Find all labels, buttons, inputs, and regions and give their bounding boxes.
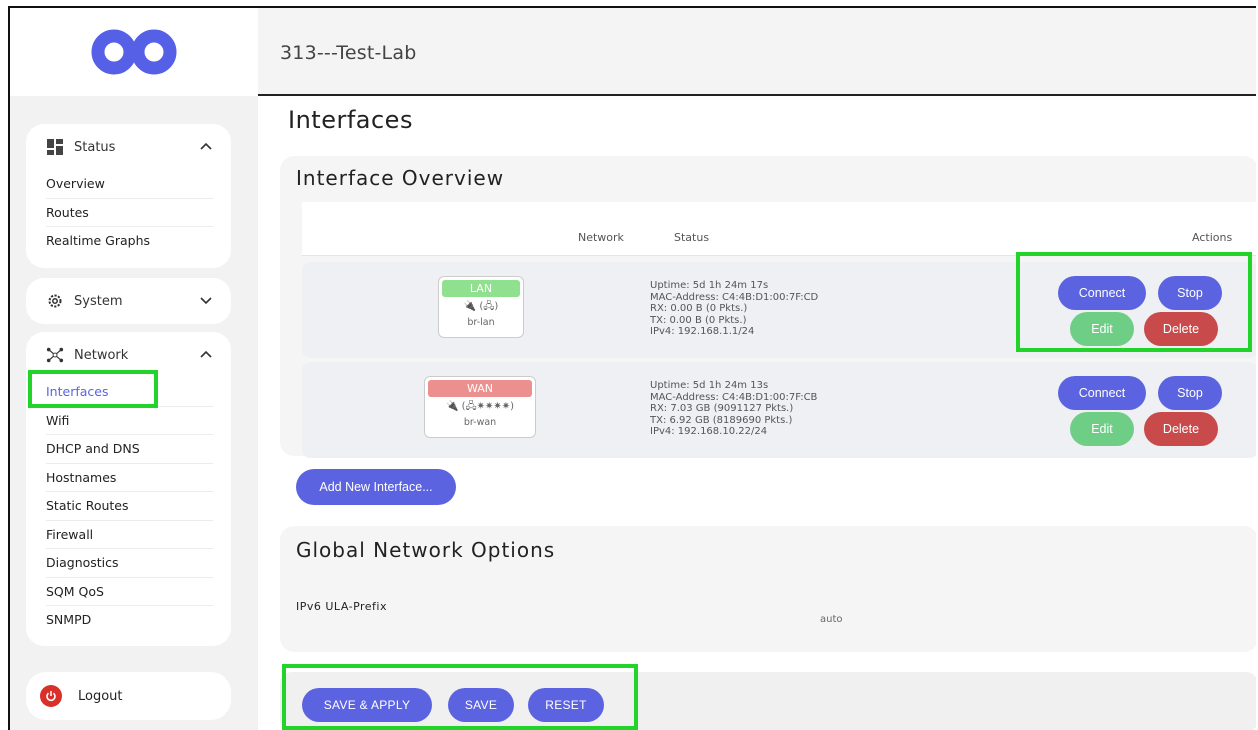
logout-button[interactable]: Logout [26, 672, 231, 720]
interface-card-lan: LAN 🔌 (🖧) br-lan [438, 276, 524, 338]
status-panel-header[interactable]: Status [26, 124, 231, 170]
table-row-lan: LAN 🔌 (🖧) br-lan Uptime: 5d 1h 24m 17s M… [302, 262, 1256, 358]
network-panel: Network Interfaces Wifi DHCP and DNS Hos… [26, 332, 231, 646]
delete-button[interactable]: Delete [1144, 412, 1218, 446]
status-panel: Status Overview Routes Realtime Graphs [26, 124, 231, 268]
app-frame: Status Overview Routes Realtime Graphs S… [8, 6, 1256, 730]
interface-ports: 🔌 (🖧) [463, 301, 499, 312]
column-status: Status [674, 231, 710, 244]
reset-button[interactable]: RESET [528, 688, 604, 722]
gear-icon [46, 292, 64, 310]
stop-button[interactable]: Stop [1158, 276, 1222, 310]
status-rx: RX: 0.00 B (0 Pkts.) [650, 303, 748, 314]
top-header: 313---Test-Lab [258, 8, 1256, 96]
edit-button[interactable]: Edit [1070, 312, 1134, 346]
connect-button[interactable]: Connect [1058, 376, 1146, 410]
hostname-title: 313---Test-Lab [280, 42, 417, 64]
column-actions: Actions [1192, 231, 1233, 244]
sidebar-item-overview[interactable]: Overview [46, 170, 213, 199]
sidebar-item-interfaces[interactable]: Interfaces [46, 378, 213, 407]
save-button[interactable]: SAVE [448, 688, 514, 722]
status-mac: MAC-Address: C4:4B:D1:00:7F:CB [650, 391, 818, 403]
interface-badge-lan: LAN [442, 280, 520, 297]
main-content: Interfaces Interface Overview Network St… [258, 98, 1256, 730]
interface-overview-title: Interface Overview [296, 166, 505, 190]
interface-device: br-wan [463, 417, 497, 428]
network-panel-label: Network [74, 347, 129, 363]
global-network-options-section: Global Network Options IPv6 ULA-Prefix a… [280, 526, 1256, 652]
status-ipv4: IPv4: 192.168.10.22/24 [650, 426, 768, 437]
ipv6-ula-prefix-label: IPv6 ULA-Prefix [296, 600, 387, 613]
system-panel: System [26, 278, 231, 324]
sidebar: Status Overview Routes Realtime Graphs S… [10, 8, 258, 730]
table-header: Network Status Actions [302, 202, 1256, 256]
page-title: Interfaces [288, 106, 413, 134]
sidebar-item-realtime-graphs[interactable]: Realtime Graphs [46, 227, 213, 256]
status-panel-label: Status [74, 139, 116, 155]
network-panel-header[interactable]: Network [26, 332, 231, 378]
status-tx: TX: 6.92 GB (8189690 Pkts.) [650, 414, 793, 426]
interface-ports: 🔌 (🖧✷✷✷✷) [445, 401, 515, 412]
table-row-wan: WAN 🔌 (🖧✷✷✷✷) br-wan Uptime: 5d 1h 24m 1… [302, 362, 1256, 458]
system-panel-header[interactable]: System [26, 278, 231, 324]
sidebar-item-snmpd[interactable]: SNMPD [46, 606, 213, 635]
chevron-up-icon[interactable] [199, 347, 213, 361]
logout-label: Logout [78, 688, 123, 704]
global-network-options-title: Global Network Options [296, 538, 556, 562]
save-apply-button[interactable]: SAVE & APPLY [302, 688, 432, 722]
sidebar-item-diagnostics[interactable]: Diagnostics [46, 549, 213, 578]
add-new-interface-button[interactable]: Add New Interface... [296, 469, 456, 505]
system-panel-label: System [74, 293, 123, 309]
interface-status-lan: Uptime: 5d 1h 24m 17s MAC-Address: C4:4B… [650, 280, 818, 338]
interface-overview-section: Interface Overview Network Status Action… [280, 156, 1256, 458]
sidebar-item-routes[interactable]: Routes [46, 199, 213, 227]
sidebar-item-firewall[interactable]: Firewall [46, 521, 213, 549]
status-uptime: Uptime: 5d 1h 24m 13s [650, 380, 769, 391]
interface-card-wan: WAN 🔌 (🖧✷✷✷✷) br-wan [424, 376, 536, 438]
sidebar-item-static-routes[interactable]: Static Routes [46, 492, 213, 521]
edit-button[interactable]: Edit [1070, 412, 1134, 446]
interface-badge-wan: WAN [428, 380, 532, 397]
status-mac: MAC-Address: C4:4B:D1:00:7F:CD [650, 291, 819, 303]
network-icon [46, 346, 64, 364]
delete-button[interactable]: Delete [1144, 312, 1218, 346]
dashboard-icon [46, 138, 64, 156]
power-icon [40, 685, 62, 707]
status-rx: RX: 7.03 GB (9091127 Pkts.) [650, 403, 794, 414]
status-uptime: Uptime: 5d 1h 24m 17s [650, 280, 769, 291]
column-network: Network [578, 231, 624, 244]
infinity-logo-icon [91, 29, 177, 75]
ipv6-ula-prefix-value[interactable]: auto [820, 614, 843, 625]
connect-button[interactable]: Connect [1058, 276, 1146, 310]
sidebar-item-hostnames[interactable]: Hostnames [46, 464, 213, 492]
status-tx: TX: 0.00 B (0 Pkts.) [650, 314, 747, 326]
chevron-up-icon[interactable] [199, 139, 213, 153]
interface-status-wan: Uptime: 5d 1h 24m 13s MAC-Address: C4:4B… [650, 380, 817, 438]
stop-button[interactable]: Stop [1158, 376, 1222, 410]
sidebar-item-sqm-qos[interactable]: SQM QoS [46, 578, 213, 606]
status-ipv4: IPv4: 192.168.1.1/24 [650, 326, 755, 337]
sidebar-item-dhcp-dns[interactable]: DHCP and DNS [46, 435, 213, 464]
sidebar-item-wifi[interactable]: Wifi [46, 407, 213, 435]
interface-device: br-lan [467, 317, 495, 328]
logo-area [10, 8, 258, 96]
chevron-down-icon[interactable] [199, 293, 213, 307]
